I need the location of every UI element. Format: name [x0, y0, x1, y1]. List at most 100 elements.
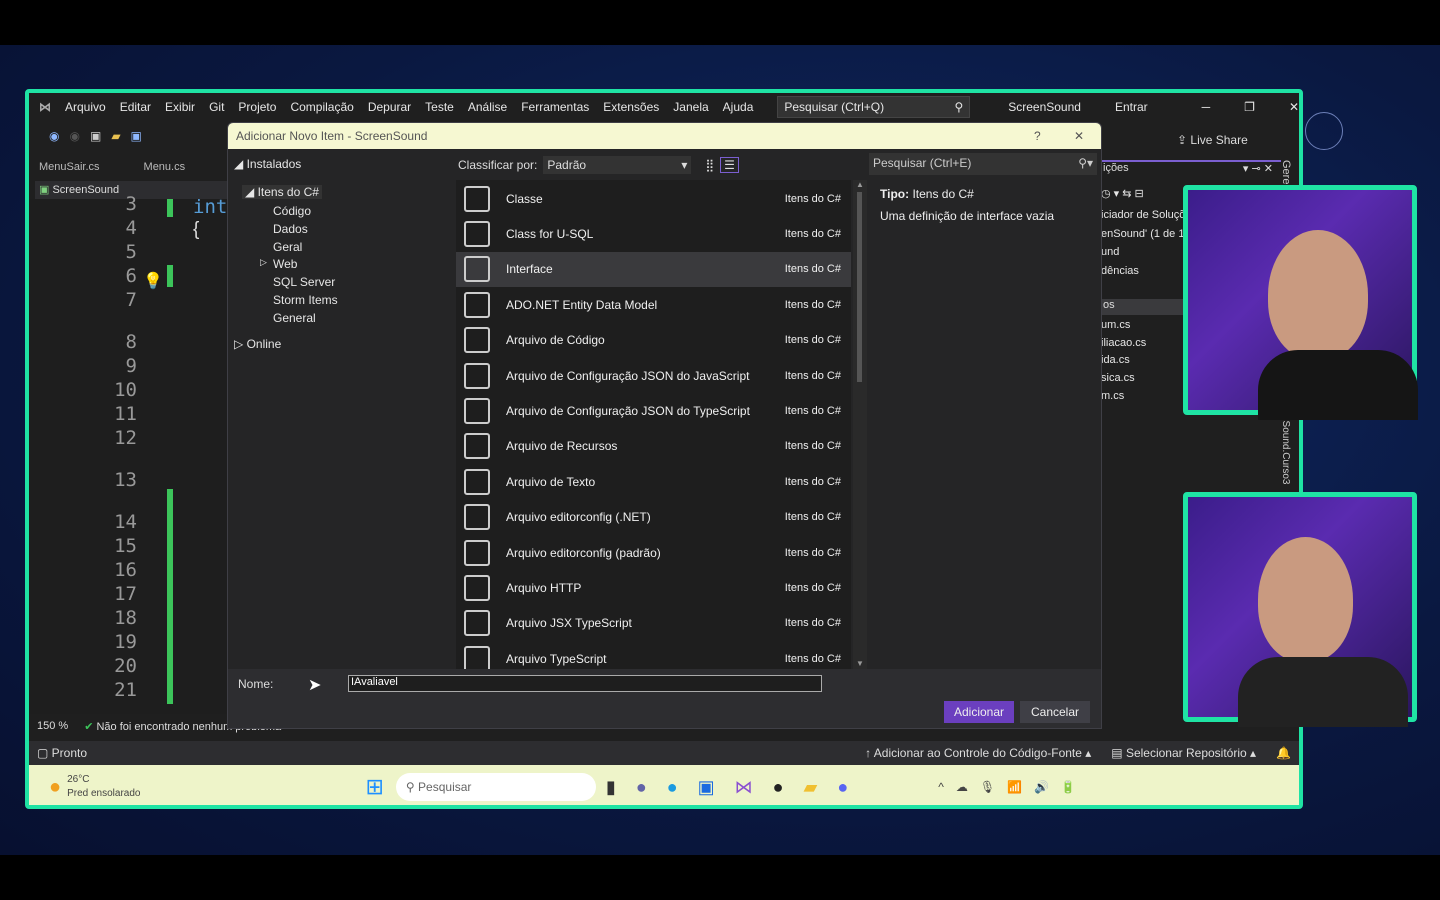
type-label: Tipo: — [880, 187, 910, 201]
tree-item[interactable]: Dados — [273, 222, 308, 236]
template-search-input[interactable]: Pesquisar (Ctrl+E) ⚲▾ — [869, 153, 1097, 175]
template-item[interactable]: Arquivo de Código Itens do C# — [456, 323, 851, 358]
dialog-title-bar: Adicionar Novo Item - ScreenSound ? ✕ — [228, 123, 1101, 149]
menu-4[interactable]: Projeto — [238, 100, 276, 114]
code-editor[interactable]: 3 4 5 6 7 8 9 10 11 12 13 14 15 16 17 18 19 20 21 💡 int { — [29, 193, 229, 714]
expand-web-icon[interactable]: ▷ — [260, 257, 267, 268]
template-item[interactable]: Arquivo HTTP Itens do C# — [456, 570, 851, 605]
close-dialog-button[interactable]: ✕ — [1074, 123, 1084, 149]
solution-node[interactable]: und — [1101, 246, 1119, 258]
solution-file[interactable]: ida.cs — [1101, 354, 1130, 366]
source-control-button[interactable]: ↑ Adicionar ao Controle do Código-Fonte … — [865, 746, 1091, 760]
task-view-icon[interactable]: ▮ — [606, 777, 616, 798]
zoom-level[interactable]: 150 % — [37, 720, 68, 732]
menu-10[interactable]: Extensões — [603, 100, 659, 114]
vs-search-input[interactable]: Pesquisar (Ctrl+Q) ⚲ — [777, 96, 971, 118]
tree-item[interactable]: General — [273, 311, 316, 325]
tray-icons[interactable]: ^☁🎙📶🔊🔋 — [938, 780, 1088, 794]
tree-csharp-items[interactable]: ◢ Itens do C# — [242, 185, 322, 199]
name-bar: Nome: ➤ IAvaliavel Adicionar Cancelar — [228, 669, 1101, 728]
template-name: Arquivo TypeScript — [506, 651, 607, 666]
grid-view-icon[interactable]: ⣿ — [705, 158, 714, 172]
template-item[interactable]: Arquivo de Recursos Itens do C# — [456, 429, 851, 464]
template-item[interactable]: Arquivo TypeScript Itens do C# — [456, 641, 851, 670]
forward-icon[interactable]: ◉ — [69, 129, 79, 143]
template-item[interactable]: Arquivo editorconfig (.NET) Itens do C# — [456, 500, 851, 535]
code-file-icon — [464, 327, 490, 354]
solution-file[interactable]: iliacao.cs — [1101, 337, 1146, 349]
select-repo-button[interactable]: ▤ Selecionar Repositório ▴ — [1111, 746, 1256, 760]
obs-icon[interactable]: ● — [773, 777, 784, 798]
tree-item[interactable]: SQL Server — [273, 275, 335, 289]
live-share-button[interactable]: ⇪ Live Share — [1177, 133, 1248, 147]
back-icon[interactable]: ◉ — [49, 129, 59, 143]
list-view-icon[interactable]: ☰ — [720, 157, 739, 173]
template-item[interactable]: Arquivo de Texto Itens do C# — [456, 464, 851, 499]
template-list: Classe Itens do C# Class for U-SQL Itens do… — [456, 180, 851, 670]
minimize-button[interactable]: ─ — [1202, 100, 1211, 114]
line-number: 21 — [114, 679, 137, 701]
tab-menu[interactable]: Menu.cs — [144, 161, 186, 173]
side-tab[interactable]: nSound.Curso3 — [1280, 415, 1291, 485]
teams-icon[interactable]: ● — [636, 777, 647, 798]
menu-9[interactable]: Ferramentas — [521, 100, 589, 114]
menu-8[interactable]: Análise — [468, 100, 507, 114]
save-icon[interactable]: ▣ — [131, 129, 142, 143]
sort-dropdown[interactable]: Padrão ▾ — [543, 156, 692, 174]
new-item-icon[interactable]: ▣ — [90, 129, 101, 143]
menu-0[interactable]: Arquivo — [65, 100, 106, 114]
tree-item[interactable]: Geral — [273, 240, 302, 254]
template-item[interactable]: Arquivo de Configuração JSON do TypeScri… — [456, 393, 851, 428]
remote-icon[interactable]: ▣ — [698, 777, 715, 798]
tree-item[interactable]: Storm Items — [273, 293, 338, 307]
template-item[interactable]: Arquivo de Configuração JSON do JavaScri… — [456, 358, 851, 393]
list-scrollbar[interactable]: ▲ ▼ — [853, 180, 867, 670]
menu-2[interactable]: Exibir — [165, 100, 195, 114]
template-item[interactable]: Class for U-SQL Itens do C# — [456, 216, 851, 251]
template-item[interactable]: ADO.NET Entity Data Model Itens do C# — [456, 287, 851, 322]
menu-11[interactable]: Janela — [673, 100, 708, 114]
template-item[interactable]: Classe Itens do C# — [456, 181, 851, 216]
template-name: Arquivo HTTP — [506, 580, 582, 595]
tree-online[interactable]: ▷ Online — [234, 337, 281, 351]
tab-menusair[interactable]: MenuSair.cs — [39, 161, 100, 173]
menu-5[interactable]: Compilação — [290, 100, 353, 114]
visual-studio-icon[interactable]: ⋈ — [735, 777, 753, 798]
tree-item[interactable]: Código — [273, 204, 311, 218]
edge-icon[interactable]: ● — [667, 777, 678, 798]
line-number: 6 — [125, 265, 137, 287]
signin-button[interactable]: Entrar — [1115, 100, 1148, 114]
solution-node[interactable]: dências — [1101, 265, 1139, 277]
json-config-icon — [464, 397, 490, 424]
tree-item[interactable]: Web — [273, 257, 297, 271]
discord-icon[interactable]: ● — [837, 777, 848, 798]
explorer-icon[interactable]: ▰ — [803, 777, 817, 798]
template-item[interactable]: Interface Itens do C# — [456, 251, 851, 287]
solution-file[interactable]: um.cs — [1101, 319, 1130, 331]
menu-7[interactable]: Teste — [425, 100, 454, 114]
solution-file[interactable]: sica.cs — [1101, 372, 1135, 384]
tree-installed[interactable]: ◢ Instalados — [234, 157, 301, 171]
solution-node[interactable]: iciador de Soluçõ — [1101, 209, 1185, 221]
template-item[interactable]: Arquivo JSX TypeScript Itens do C# — [456, 606, 851, 641]
close-window-button[interactable]: ✕ — [1289, 100, 1299, 114]
menu-6[interactable]: Depurar — [368, 100, 411, 114]
menu-12[interactable]: Ajuda — [723, 100, 754, 114]
add-button[interactable]: Adicionar — [944, 701, 1014, 723]
name-input[interactable]: IAvaliavel — [348, 675, 822, 692]
solution-file[interactable]: m.cs — [1101, 390, 1124, 402]
template-item[interactable]: Arquivo editorconfig (padrão) Itens do C# — [456, 535, 851, 570]
cancel-button[interactable]: Cancelar — [1020, 701, 1090, 723]
menu-3[interactable]: Git — [209, 100, 224, 114]
open-icon[interactable]: ▰ — [111, 129, 120, 143]
notifications-icon[interactable]: 🔔 — [1276, 746, 1291, 760]
solution-node[interactable]: enSound' (1 de 1 — [1101, 228, 1184, 240]
taskbar-search[interactable]: ⚲ Pesquisar — [395, 773, 596, 801]
menu-1[interactable]: Editar — [120, 100, 151, 114]
restore-button[interactable]: ❐ — [1244, 100, 1255, 114]
weather-widget[interactable]: 26°C Pred ensolarado — [67, 773, 140, 801]
side-tab[interactable]: Gere — [1280, 160, 1292, 184]
help-button[interactable]: ? — [1034, 123, 1041, 149]
start-icon[interactable]: ⊞ — [365, 774, 383, 800]
lightbulb-icon[interactable]: 💡 — [143, 271, 163, 291]
